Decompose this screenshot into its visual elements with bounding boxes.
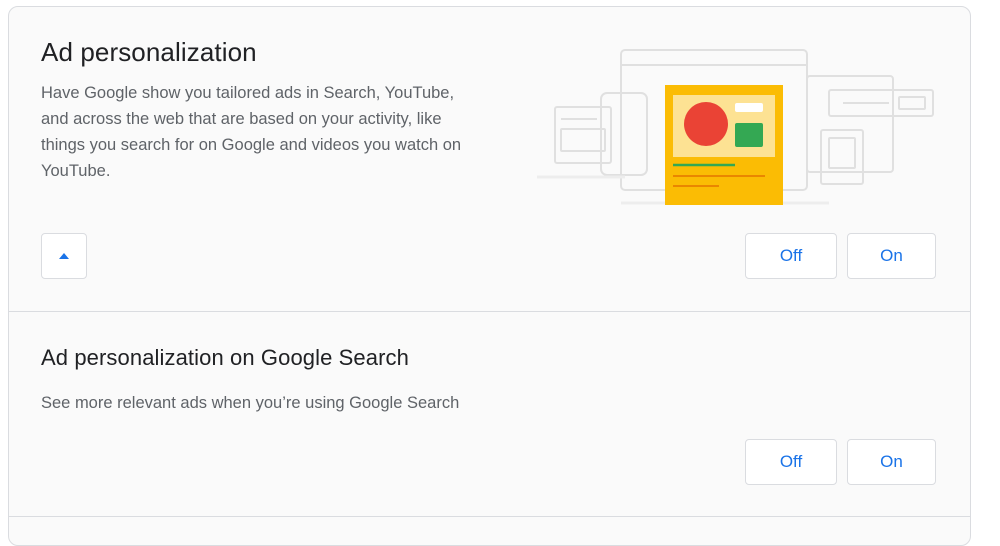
ad-illustration (537, 49, 934, 205)
collapse-button[interactable] (41, 233, 87, 279)
caret-up-icon (59, 253, 69, 259)
green-square-shape (735, 123, 763, 147)
search-personalization-description: See more relevant ads when you’re using … (41, 394, 460, 412)
search-personalization-off-button[interactable]: Off (745, 439, 837, 485)
red-circle-shape (684, 102, 728, 146)
search-personalization-title: Ad personalization on Google Search (41, 345, 409, 370)
ad-personalization-title: Ad personalization (41, 37, 257, 67)
ad-personalization-on-button[interactable]: On (847, 233, 936, 279)
ad-personalization-section: Ad personalization Have Google show you … (9, 7, 970, 312)
settings-card: Ad personalization Have Google show you … (8, 6, 971, 546)
search-personalization-on-button[interactable]: On (847, 439, 936, 485)
search-personalization-section: Ad personalization on Google Search See … (9, 312, 970, 517)
ad-personalization-description: Have Google show you tailored ads in Sea… (41, 84, 462, 180)
ad-personalization-off-button[interactable]: Off (745, 233, 837, 279)
